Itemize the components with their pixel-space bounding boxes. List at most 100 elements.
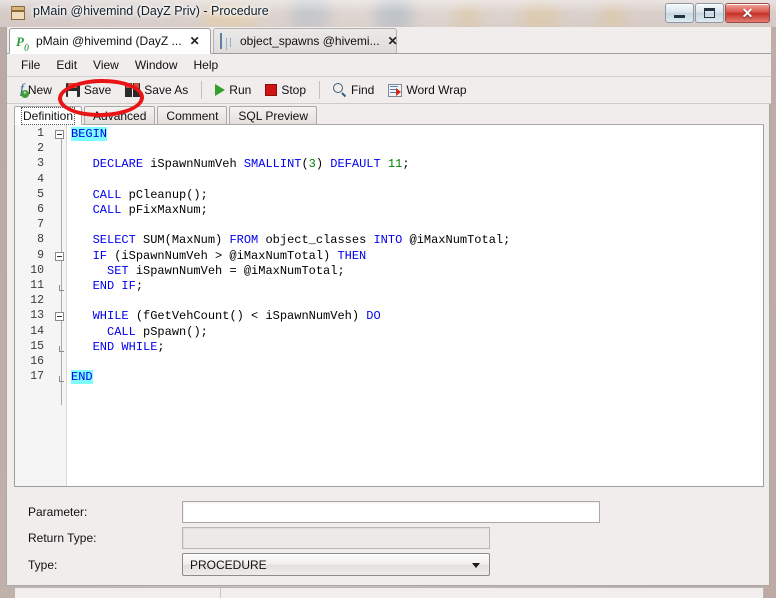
floppy-save-icon [65,83,80,97]
line-number: 16 [30,355,44,368]
tab-definition[interactable]: Definition [14,106,83,125]
find-button[interactable]: Find [326,81,381,99]
doctab-label: object_spawns @hivemi... [240,34,380,48]
status-bar [14,587,764,598]
line-number: 7 [37,218,44,232]
menu-file[interactable]: File [13,56,48,74]
fold-collapse-icon[interactable] [55,251,64,261]
code-line: DECLARE iSpawnNumVeh SMALLINT(3) DEFAULT… [92,157,410,172]
status-panel-right [221,588,763,598]
return-type-label: Return Type: [28,531,97,545]
code-line: CALL pFixMaxNum; [92,203,208,217]
word-wrap-button-label: Word Wrap [406,83,467,97]
line-number: 12 [30,294,44,308]
tab-comment-label: Comment [166,109,219,123]
code-line: WHILE (fGetVehCount() < iSpawnNumVeh) DO [92,309,381,324]
procedure-window-icon [10,5,27,22]
window-client-area: P() pMain @hivemind (DayZ ... ✕ object_s… [6,27,771,598]
doctab-close-icon[interactable]: ✕ [388,34,398,48]
find-button-label: Find [351,83,375,97]
document-tab-bar: P() pMain @hivemind (DayZ ... ✕ object_s… [7,27,771,54]
code-line: END WHILE; [92,339,165,354]
code-line: SELECT SUM(MaxNum) FROM object_classes I… [92,233,511,248]
close-button[interactable]: ✕ [725,3,770,23]
type-label: Type: [28,558,58,572]
maximize-button[interactable] [695,3,724,23]
window-controls: ✕ [665,3,770,24]
doctab-close-icon[interactable]: ✕ [190,34,200,48]
tab-sql-preview[interactable]: SQL Preview [229,106,318,125]
minimize-button[interactable] [665,3,694,23]
stop-square-icon [265,84,278,96]
menu-edit[interactable]: Edit [48,56,85,74]
doctab-pmain[interactable]: P() pMain @hivemind (DayZ ... ✕ [9,28,211,54]
doctab-object-spawns[interactable]: object_spawns @hivemi... ✕ [213,28,398,54]
tab-sql-preview-label: SQL Preview [238,109,309,123]
code-line: CALL pSpawn(); [107,324,208,339]
client-background: P() pMain @hivemind (DayZ ... ✕ object_s… [7,27,771,598]
procedure-icon: P() [16,33,30,52]
editor-gutter: 1 2 3 4 5 6 7 8 9 10 11 12 13 14 15 16 17 [15,125,67,486]
title-bar[interactable]: pMain @hivemind (DayZ Priv) - Procedure … [0,0,776,27]
tab-comment[interactable]: Comment [157,106,228,125]
fold-end-marker [59,345,64,352]
fold-collapse-icon[interactable] [55,312,64,322]
menu-window[interactable]: Window [127,56,186,74]
line-number: 11 [30,279,44,292]
function-new-icon: f + [20,82,29,98]
toolbar-separator [201,81,203,99]
code-editor[interactable]: 1 2 3 4 5 6 7 8 9 10 11 12 13 14 15 16 17 BEGIN DECLARE … [14,125,764,487]
stop-button[interactable]: Stop [258,81,313,99]
window-title: pMain @hivemind (DayZ Priv) - Procedure [33,4,269,18]
parameter-input[interactable] [182,501,600,523]
tab-advanced[interactable]: Advanced [84,106,156,125]
new-button[interactable]: f + New [13,81,59,99]
line-number: 5 [37,187,44,201]
run-button[interactable]: Run [208,81,258,99]
line-number: 1 [37,127,44,140]
word-wrap-button[interactable]: Word Wrap [381,81,473,99]
magnifier-find-icon [333,83,347,98]
type-dropdown[interactable]: PROCEDURE [182,553,490,576]
line-number: 3 [37,157,44,171]
save-as-button-label: Save As [144,83,189,97]
floppy-save-as-icon [125,83,141,97]
code-line: SET iSpawnNumVeh = @iMaxNumTotal; [107,263,345,278]
run-button-label: Run [229,83,252,97]
line-number: 8 [37,233,44,247]
line-number: 2 [37,142,44,156]
code-line: BEGIN [71,127,108,141]
line-number: 9 [37,248,44,262]
line-number: 13 [30,309,44,323]
save-button[interactable]: Save [59,81,118,99]
save-button-label: Save [83,83,112,97]
line-number: 14 [30,324,44,338]
inner-tab-bar: Definition Advanced Comment SQL Preview [14,105,764,125]
chevron-down-icon [472,563,480,568]
code-content[interactable]: BEGIN DECLARE iSpawnNumVeh SMALLINT(3) D… [71,125,763,486]
close-icon: ✕ [741,5,754,21]
fold-collapse-icon[interactable] [55,130,64,139]
toolbar-separator [319,81,320,99]
status-panel-left [15,588,221,598]
maximize-icon [704,8,715,18]
new-button-label: New [27,83,52,97]
doctab-label: pMain @hivemind (DayZ ... [36,34,182,48]
menu-bar: File Edit View Window Help [7,54,771,77]
stop-button-label: Stop [281,83,306,97]
procedure-properties-form: Parameter: Return Type: Type: PROCEDURE [14,497,764,581]
save-as-button[interactable]: Save As [118,81,195,99]
play-run-icon [215,84,226,96]
toolbar: f + New Save Save As Run Stop Find Word … [7,77,771,104]
menu-help[interactable]: Help [186,56,227,74]
line-number: 4 [37,172,44,186]
word-wrap-icon [388,83,403,97]
line-number: 15 [30,339,44,353]
fold-end-marker [59,285,64,291]
menu-view[interactable]: View [85,56,127,74]
